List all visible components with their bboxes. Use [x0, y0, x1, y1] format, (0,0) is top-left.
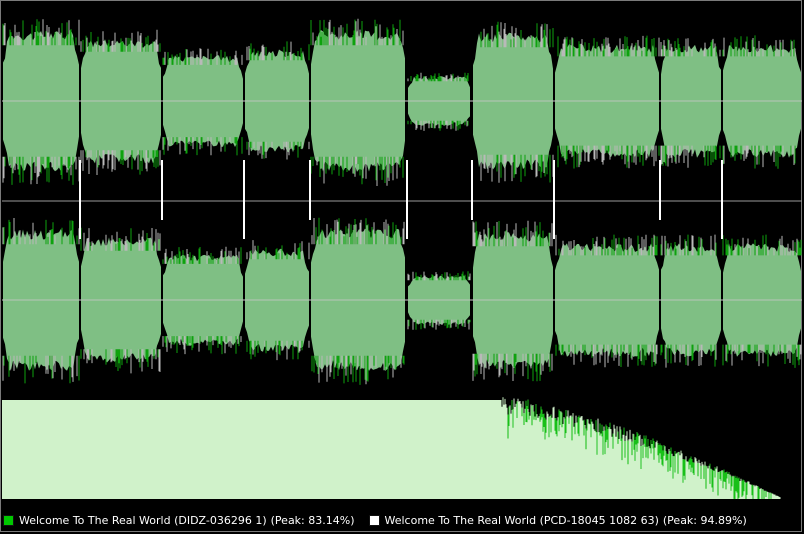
waveform-comparison-panel: Welcome To The Real World (DIDZ-036296 1… [0, 0, 802, 532]
waveform-view [2, 18, 802, 499]
legend-peak: (Peak: 94.89%) [662, 513, 747, 527]
legend: Welcome To The Real World (DIDZ-036296 1… [3, 511, 793, 529]
legend-swatch-green [3, 514, 14, 526]
waveform-channel-left [2, 18, 802, 186]
legend-item-disc-1: Welcome To The Real World (DIDZ-036296 1… [3, 514, 355, 527]
legend-peak: (Peak: 83.14%) [270, 513, 355, 527]
waveform-channel-right [2, 217, 802, 385]
legend-label: Welcome To The Real World (DIDZ-036296 1… [19, 513, 267, 527]
legend-swatch-white [368, 514, 380, 526]
spectrum-comparison [2, 397, 781, 499]
legend-label: Welcome To The Real World (PCD-18045 108… [384, 513, 659, 527]
track-boundary-markers [2, 160, 802, 239]
legend-item-disc-2: Welcome To The Real World (PCD-18045 108… [368, 513, 747, 527]
